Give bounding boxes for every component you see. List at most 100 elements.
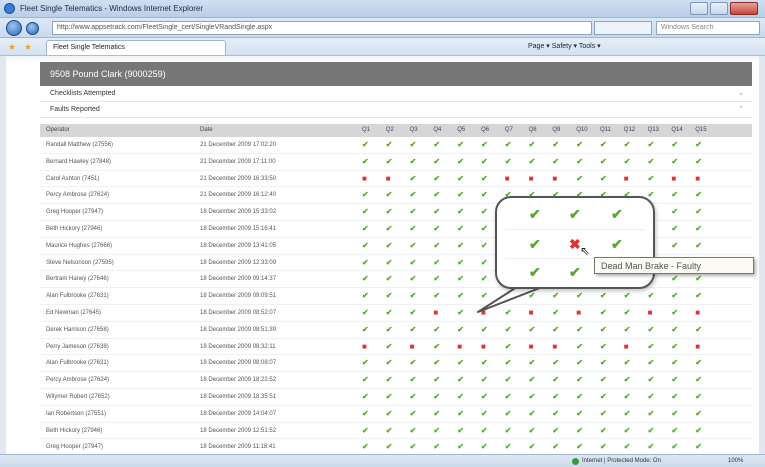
tab-fleet-single[interactable]: Fleet Single Telematics — [46, 40, 226, 55]
col-q3[interactable]: Q3 — [410, 127, 418, 133]
fault-icon[interactable]: ■ — [481, 308, 486, 317]
fault-icon[interactable]: ■ — [552, 174, 557, 183]
chevron-down-icon[interactable]: ⌄ — [738, 89, 744, 97]
table-row[interactable]: Carol Ashton (7451) 21 December 2009 16:3… — [40, 171, 752, 188]
col-operator[interactable]: Operator — [46, 127, 70, 133]
pass-check-icon: ✔ — [576, 173, 583, 183]
pass-check-icon: ✔ — [362, 324, 369, 334]
col-q11[interactable]: Q11 — [600, 127, 611, 133]
pass-check-icon: ✔ — [457, 140, 464, 149]
favorites-star-icon[interactable]: ★ — [8, 42, 16, 53]
pass-check-icon: ✔ — [433, 358, 441, 368]
chevron-up-icon[interactable]: ⌃ — [738, 105, 744, 113]
pass-check-icon: ✔ — [481, 190, 488, 200]
fault-icon[interactable]: ■ — [695, 308, 700, 317]
pass-check-icon: ✔ — [457, 324, 464, 334]
fault-icon[interactable]: ■ — [529, 342, 534, 351]
pass-check-icon: ✔ — [362, 140, 369, 149]
browser-logo-icon — [4, 3, 15, 14]
col-date[interactable]: Date — [200, 127, 213, 133]
table-row[interactable]: Bernard Hawley (27848) 21 December 2009 1… — [40, 154, 752, 171]
fault-icon[interactable]: ■ — [552, 342, 557, 351]
pass-check-icon: ✔ — [457, 375, 464, 385]
operator-cell: Bertram Haney (27646) — [46, 276, 109, 283]
col-q2[interactable]: Q2 — [386, 127, 394, 133]
fault-icon[interactable]: ■ — [529, 308, 534, 317]
col-q12[interactable]: Q12 — [624, 127, 635, 133]
back-button[interactable] — [6, 20, 22, 36]
col-q10[interactable]: Q10 — [576, 127, 587, 133]
table-body: Randall Matthew (27556) 21 December 2009 … — [40, 137, 752, 454]
section-checklists-attempted[interactable]: Checklists Attempted ⌄ — [40, 86, 752, 102]
fault-icon[interactable]: ■ — [505, 174, 510, 183]
forward-button[interactable] — [26, 22, 39, 35]
fault-icon[interactable]: ■ — [433, 308, 438, 317]
date-cell: 18 December 2009 12:51:52 — [200, 427, 277, 434]
col-q6[interactable]: Q6 — [481, 127, 489, 133]
table-row[interactable]: Derek Harrison (27658) 18 December 2009 0… — [40, 322, 752, 339]
section-faults-reported[interactable]: Faults Reported ⌃ — [40, 102, 752, 118]
fault-icon[interactable]: ■ — [362, 342, 367, 351]
col-q14[interactable]: Q14 — [671, 127, 682, 133]
fault-icon[interactable]: ■ — [386, 174, 391, 183]
table-row[interactable]: Wilymer Robert (27652) 18 December 2009 1… — [40, 389, 752, 406]
pass-check-icon: ✔ — [671, 358, 679, 368]
search-input[interactable]: Windows Search — [656, 21, 760, 35]
fault-icon[interactable]: ■ — [362, 174, 367, 183]
table-row[interactable]: Perry Jameson (27638) 18 December 2009 08… — [40, 339, 752, 356]
pass-check-icon: ✔ — [504, 291, 512, 301]
pass-check-icon: ✔ — [671, 375, 679, 385]
pass-check-icon: ✔ — [385, 257, 393, 267]
maximize-button[interactable] — [710, 2, 728, 15]
col-q15[interactable]: Q15 — [695, 127, 706, 133]
command-bar[interactable]: Page ▾ Safety ▾ Tools ▾ — [528, 42, 601, 50]
fault-cross-icon[interactable]: ✖ — [569, 236, 581, 253]
pass-check-icon: ✔ — [385, 375, 393, 385]
fault-icon[interactable]: ■ — [695, 342, 700, 351]
table-row[interactable]: Alan Fulbrooke (27631) 18 December 2009 0… — [40, 355, 752, 373]
fault-icon[interactable]: ■ — [695, 174, 700, 183]
table-row[interactable]: Alan Fulbrooke (27631) 18 December 2009 0… — [40, 288, 752, 305]
table-row[interactable]: Ian Robertson (27551) 18 December 2009 14… — [40, 406, 752, 423]
table-row[interactable]: Greg Hooper (27947) 18 December 2009 11:1… — [40, 439, 752, 454]
pass-check-icon: ✔ — [695, 274, 702, 284]
zoom-level[interactable]: 100% — [728, 458, 743, 464]
col-q8[interactable]: Q8 — [529, 127, 537, 133]
pass-check-icon: ✔ — [362, 307, 369, 317]
close-button[interactable] — [730, 2, 758, 15]
pass-check-icon: ✔ — [385, 358, 393, 368]
fault-icon[interactable]: ■ — [457, 342, 462, 351]
fault-icon[interactable]: ■ — [529, 174, 534, 183]
pass-check-icon: ✔ — [552, 442, 560, 452]
fault-icon[interactable]: ■ — [624, 174, 629, 183]
fault-icon[interactable]: ■ — [671, 174, 676, 183]
fault-icon[interactable]: ■ — [624, 342, 629, 351]
pass-check-icon: ✔ — [457, 274, 464, 284]
col-q7[interactable]: Q7 — [505, 127, 513, 133]
col-q5[interactable]: Q5 — [457, 127, 465, 133]
fault-icon[interactable]: ■ — [410, 342, 415, 351]
table-row[interactable]: Percy Ambrose (27624) 18 December 2009 18… — [40, 372, 752, 389]
col-q9[interactable]: Q9 — [552, 127, 560, 133]
col-q4[interactable]: Q4 — [433, 127, 441, 133]
fault-icon[interactable]: ■ — [481, 342, 486, 351]
table-row[interactable]: Randall Matthew (27556) 21 December 2009 … — [40, 137, 752, 154]
table-row[interactable]: Ed Newman (27645) 18 December 2009 08:52:… — [40, 305, 752, 322]
table-row[interactable]: Beth Hickory (27946) 18 December 2009 12:… — [40, 423, 752, 440]
pass-check-icon: ✔ — [623, 307, 631, 317]
url-input[interactable]: http://www.appsetrack.com/FleetSingle_ce… — [52, 21, 592, 35]
fault-icon[interactable]: ■ — [648, 308, 653, 317]
col-q1[interactable]: Q1 — [362, 127, 370, 133]
refresh-stop-buttons[interactable] — [594, 21, 652, 35]
pass-check-icon: ✔ — [529, 236, 541, 252]
operator-cell: Bernard Hawley (27848) — [46, 158, 112, 165]
add-favorites-icon[interactable]: ★ — [24, 42, 32, 53]
pass-check-icon: ✔ — [457, 156, 464, 166]
fault-icon[interactable]: ■ — [576, 308, 581, 317]
pass-check-icon: ✔ — [647, 408, 655, 418]
minimize-button[interactable] — [690, 2, 708, 15]
pass-check-icon: ✔ — [409, 140, 417, 149]
pass-check-icon: ✔ — [481, 140, 488, 149]
pass-check-icon: ✔ — [481, 257, 488, 267]
col-q13[interactable]: Q13 — [648, 127, 659, 133]
